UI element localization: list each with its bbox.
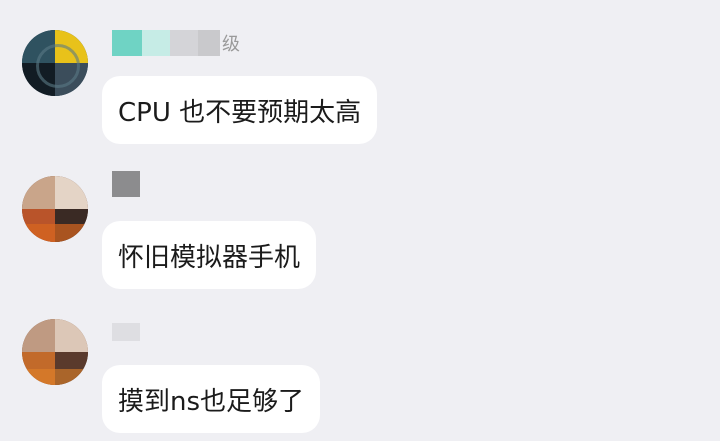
sender-tag: 级 [222,34,240,55]
sender-name-redacted [112,318,142,346]
avatar[interactable] [22,30,88,96]
message-bubble[interactable]: 怀旧模拟器手机 [102,221,317,289]
message-bubble[interactable]: CPU 也不要预期太高 [102,76,378,144]
sender-name-redacted: 级 [112,29,240,57]
message-bubble[interactable]: 摸到ns也足够了 [102,365,321,433]
avatar[interactable] [22,176,88,242]
avatar[interactable] [22,319,88,385]
chat-screen: { "messages": [ {"sender_tag": "级", "tex… [0,0,720,441]
message-text: CPU 也不要预期太高 [118,97,362,128]
sender-name-redacted [112,170,142,198]
message-text: 怀旧模拟器手机 [118,242,301,273]
message-text: 摸到ns也足够了 [118,386,305,417]
